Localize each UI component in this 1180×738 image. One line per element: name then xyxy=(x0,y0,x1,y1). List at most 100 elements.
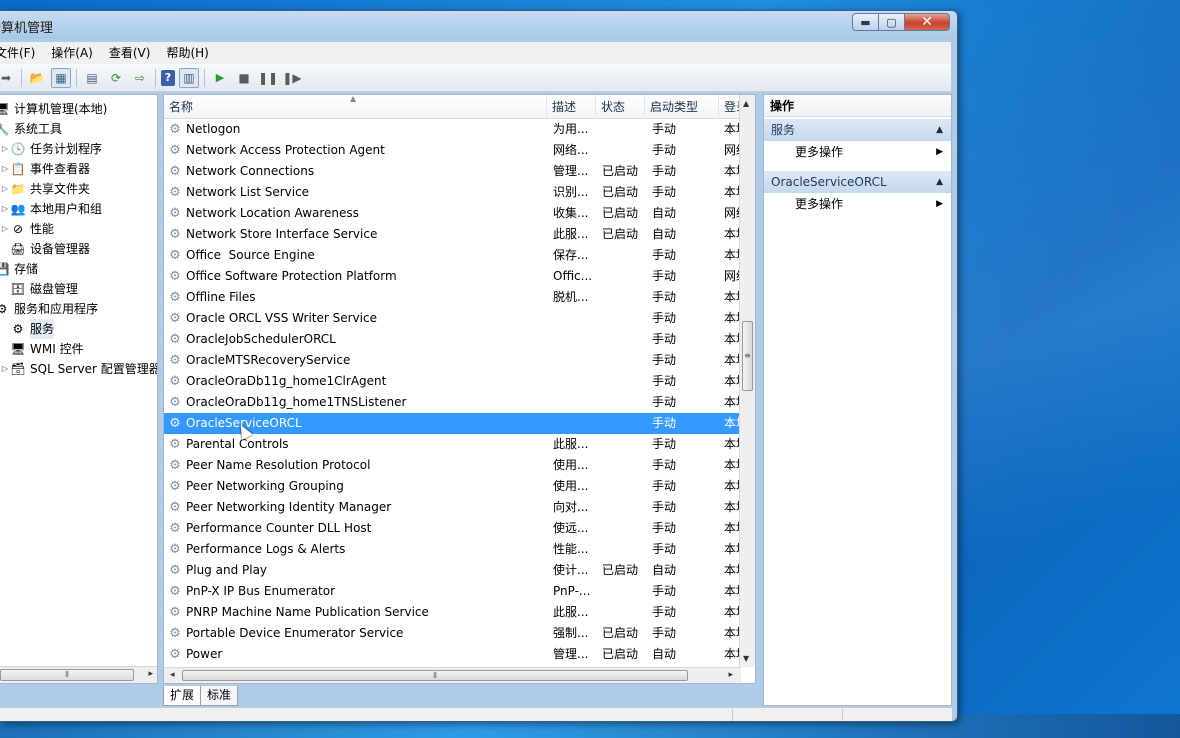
table-row[interactable]: ⚙Network Location Awareness收集...已启动自动网络 xyxy=(164,203,741,224)
restart-service-icon[interactable]: ❚▶ xyxy=(282,68,302,88)
tree-item[interactable]: 🖥 计算机管理(本地) xyxy=(0,99,107,119)
expand-arrow-icon[interactable]: ▷ xyxy=(0,199,10,219)
table-row[interactable]: ⚙Offline Files脱机...手动本地 xyxy=(164,287,741,308)
service-gear-icon: ⚙ xyxy=(169,205,181,221)
column-header-name[interactable]: 名称 ▲ xyxy=(164,95,547,119)
more-actions-oracleserviceorcl[interactable]: 更多操作 ▶ xyxy=(764,193,951,215)
table-row[interactable]: ⚙Office Source Engine保存...手动本地 xyxy=(164,245,741,266)
horizontal-scroll-thumb[interactable]: ⦀ xyxy=(182,670,688,681)
service-gear-icon: ⚙ xyxy=(169,184,181,200)
table-row[interactable]: ⚙Parental Controls此服...手动本地 xyxy=(164,434,741,455)
submenu-arrow-icon: ▶ xyxy=(936,199,943,209)
service-name: Oracle ORCL VSS Writer Service xyxy=(186,311,377,325)
table-row[interactable]: ⚙OracleMTSRecoveryService手动本地 xyxy=(164,350,741,371)
expand-arrow-icon[interactable]: ▷ xyxy=(0,179,10,199)
tree-item[interactable]: ▷ 🗃 SQL Server 配置管理器 xyxy=(0,359,157,379)
tree-item[interactable]: 🖥 WMI 控件 xyxy=(0,339,83,359)
menu-item-2[interactable]: 查看(V) xyxy=(101,42,159,64)
collapse-icon[interactable]: ▲ xyxy=(936,119,943,141)
table-row[interactable]: ⚙OracleJobSchedulerORCL手动本地 xyxy=(164,329,741,350)
help-icon[interactable]: ? xyxy=(161,69,175,86)
scroll-down-arrow-icon[interactable]: ▼ xyxy=(743,654,749,663)
expand-arrow-icon[interactable]: ▷ xyxy=(0,359,10,379)
expand-arrow-icon[interactable]: ▷ xyxy=(0,139,10,159)
computer-management-window: 计算机管理 ▬ ▢ ✕ 文件(F)操作(A)查看(V)帮助(H) ➡ 📂 ▦ ▤… xyxy=(0,10,958,722)
vertical-scroll-thumb[interactable]: ≡ xyxy=(742,321,753,391)
table-row[interactable]: ⚙ Peer Networking Identity Manager 向对... 手动… xyxy=(164,497,741,518)
table-row[interactable]: ⚙ Network Store Interface Service 此服... 已启动… xyxy=(164,224,741,245)
actions-pane: 操作 服务 ▲ 更多操作 ▶ OracleServiceORCL ▲ 更多操作 … xyxy=(763,94,952,706)
tree-item[interactable]: 🔧 系统工具 xyxy=(0,119,62,139)
tab-extended[interactable]: 扩展 xyxy=(163,686,202,706)
start-service-icon[interactable]: ▶ xyxy=(210,68,230,88)
expand-arrow-icon[interactable]: ▷ xyxy=(0,219,10,239)
tree-item[interactable]: ▷ 👥 本地用户和组 xyxy=(0,199,102,219)
action-pane-toggle-icon[interactable]: ▥ xyxy=(179,67,199,88)
close-button[interactable]: ✕ xyxy=(904,13,950,31)
tab-standard[interactable]: 标准 xyxy=(200,686,239,706)
tree-item[interactable]: 🖨 设备管理器 xyxy=(0,239,90,259)
column-header-status[interactable]: 状态 xyxy=(596,95,645,119)
service-startup-type: 手动 xyxy=(652,395,677,409)
service-gear-icon: ⚙ xyxy=(169,268,181,284)
title-bar[interactable]: 计算机管理 ▬ ▢ ✕ xyxy=(0,11,957,39)
tree-item[interactable]: ⚙ 服务 xyxy=(0,319,55,339)
table-row[interactable]: ⚙Oracle ORCL VSS Writer Service手动本地 xyxy=(164,308,741,329)
actions-section-oracleserviceorcl[interactable]: OracleServiceORCL ▲ xyxy=(764,171,951,193)
table-row[interactable]: ⚙Power管理...已启动自动本地 xyxy=(164,644,741,665)
more-actions-services[interactable]: 更多操作 ▶ xyxy=(764,141,951,163)
table-row[interactable]: ⚙Performance Counter DLL Host使远...手动本地 xyxy=(164,518,741,539)
table-row[interactable]: ⚙OracleOraDb11g_home1TNSListener手动本地 xyxy=(164,392,741,413)
menu-item-0[interactable]: 文件(F) xyxy=(0,42,43,64)
column-header-startup-type[interactable]: 启动类型 xyxy=(645,95,719,119)
tree-item[interactable]: ▷ 📁 共享文件夹 xyxy=(0,179,90,199)
window-title: 计算机管理 xyxy=(0,21,54,36)
collapse-icon[interactable]: ▲ xyxy=(936,171,943,193)
scroll-right-arrow-icon[interactable]: ▸ xyxy=(728,670,733,680)
scroll-up-arrow-icon[interactable]: ▲ xyxy=(743,99,749,108)
service-status xyxy=(602,602,646,623)
table-row[interactable]: ⚙ Portable Device Enumerator Service 强制...… xyxy=(164,623,741,644)
tree-item[interactable]: ▷ 🕓 任务计划程序 xyxy=(0,139,102,159)
properties-icon[interactable]: ▤ xyxy=(82,68,102,88)
table-row[interactable]: ⚙Peer Networking Grouping使用...手动本地 xyxy=(164,476,741,497)
column-header-description[interactable]: 描述 xyxy=(547,95,596,119)
actions-section-services[interactable]: 服务 ▲ xyxy=(764,119,951,141)
table-row[interactable]: ⚙Peer Name Resolution Protocol使用...手动本地 xyxy=(164,455,741,476)
table-row[interactable]: ⚙Plug and Play使计...已启动自动本地 xyxy=(164,560,741,581)
menu-item-3[interactable]: 帮助(H) xyxy=(158,42,216,64)
table-row[interactable]: ⚙ Network Access Protection Agent 网络... 手动网… xyxy=(164,140,741,161)
table-row[interactable]: ⚙Network List Service识别...已启动手动本地 xyxy=(164,182,741,203)
vertical-scrollbar[interactable]: ▲ ≡ ▼ xyxy=(739,95,755,667)
tree-item[interactable]: ▷ ⊘ 性能 xyxy=(0,219,54,239)
minimize-button[interactable]: ▬ xyxy=(852,13,878,31)
scroll-left-arrow-icon[interactable]: ◂ xyxy=(170,670,175,680)
maximize-button[interactable]: ▢ xyxy=(878,13,904,31)
table-row[interactable]: ⚙ PNRP Machine Name Publication Service 此服… xyxy=(164,602,741,623)
pause-service-icon[interactable]: ❚❚ xyxy=(258,68,278,88)
table-row[interactable]: ⚙Performance Logs & Alerts性能...手动本地 xyxy=(164,539,741,560)
table-row[interactable]: ⚙ Office Software Protection Platform Offi… xyxy=(164,266,741,287)
tree-scroll-thumb[interactable]: ⦀ xyxy=(0,669,134,681)
table-row[interactable]: ⚙Netlogon为用...手动本地 xyxy=(164,119,741,140)
tree-horizontal-scrollbar[interactable]: ⦀ ▸ xyxy=(0,666,157,683)
stop-service-icon[interactable]: ■ xyxy=(234,68,254,88)
table-row[interactable]: ⚙PnP-X IP Bus EnumeratorPnP-...手动本地 xyxy=(164,581,741,602)
tree-item[interactable]: ▷ 📋 事件查看器 xyxy=(0,159,90,179)
tree-item[interactable]: 🗄 磁盘管理 xyxy=(0,279,78,299)
forward-arrow-icon[interactable]: ➡ xyxy=(0,68,16,88)
expand-arrow-icon[interactable]: ▷ xyxy=(0,159,10,179)
up-folder-icon[interactable]: 📂 xyxy=(27,68,47,88)
horizontal-scrollbar[interactable]: ◂ ⦀ ▸ xyxy=(164,667,741,683)
tree-item[interactable]: ⚙ 服务和应用程序 xyxy=(0,299,98,319)
export-list-icon[interactable]: ⇨ xyxy=(130,68,150,88)
table-row[interactable]: ⚙OracleOraDb11g_home1ClrAgent手动本地 xyxy=(164,371,741,392)
column-header-logon[interactable]: 登录 xyxy=(719,95,741,119)
show-hide-tree-icon[interactable]: ▦ xyxy=(51,67,71,88)
scroll-right-arrow-icon[interactable]: ▸ xyxy=(148,669,153,679)
menu-item-1[interactable]: 操作(A) xyxy=(43,42,101,64)
tree-item[interactable]: 💾 存储 xyxy=(0,259,38,279)
refresh-icon[interactable]: ⟳ xyxy=(106,68,126,88)
device-manager-icon: 🖨 xyxy=(10,242,26,256)
table-row[interactable]: ⚙Network Connections管理...已启动手动本地 xyxy=(164,161,741,182)
